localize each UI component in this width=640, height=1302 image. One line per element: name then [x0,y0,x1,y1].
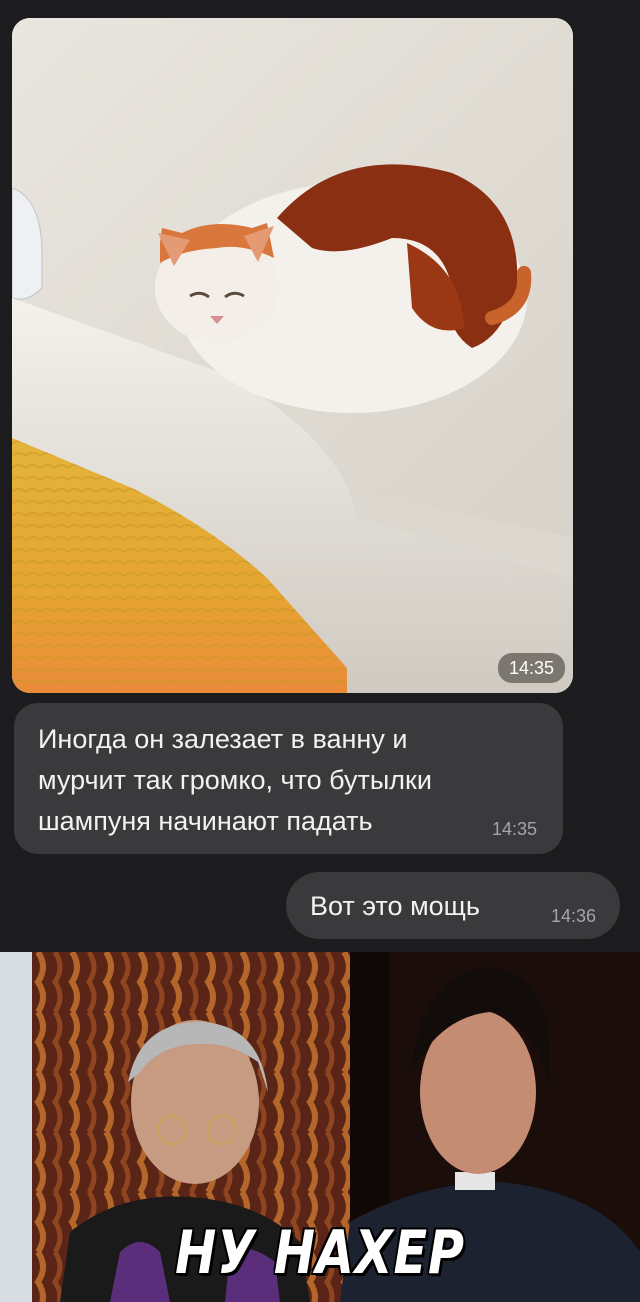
message-text: Вот это мощь [310,891,480,921]
photo-message[interactable]: 14:35 [12,18,573,693]
outgoing-message-bubble[interactable]: Вот это мощь 14:36 [286,872,620,939]
message-timestamp: 14:35 [491,819,537,839]
meme-image: НУ НАХЕР [0,952,640,1302]
incoming-message-bubble[interactable]: Иногда он залезает в ванну и мурчит так … [14,703,563,854]
message-timestamp: 14:35 [497,653,565,683]
message-timestamp: 14:36 [550,906,596,926]
chat-view: 14:35 Иногда он залезает в ванну и мурчи… [0,0,640,952]
cat-photo[interactable] [12,18,573,693]
meme-caption: НУ НАХЕР [174,1217,465,1290]
message-text: Иногда он залезает в ванну и мурчит так … [38,724,432,836]
